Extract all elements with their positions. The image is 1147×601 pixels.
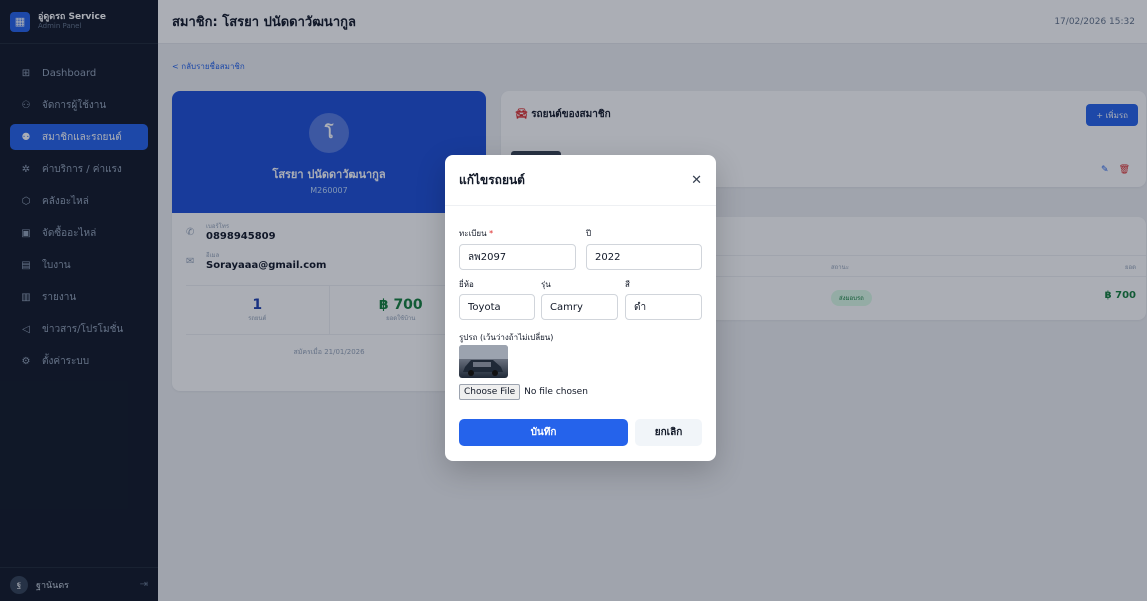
plate-input[interactable]: ลพ2097 xyxy=(459,244,576,270)
cancel-button[interactable]: ยกเลิก xyxy=(635,419,702,446)
model-input[interactable]: Camry xyxy=(541,294,618,320)
required-mark: * xyxy=(489,229,494,238)
modal-header: แก้ไขรถยนต์ ✕ xyxy=(445,155,716,206)
save-button[interactable]: บันทึก xyxy=(459,419,628,446)
file-input: Choose File No file chosen xyxy=(459,384,588,400)
car-photo-image xyxy=(459,345,508,376)
choose-file-button[interactable]: Choose File xyxy=(459,384,521,400)
close-icon[interactable]: ✕ xyxy=(691,173,702,188)
plate-label: ทะเบียน * xyxy=(459,227,493,240)
year-label: ปี xyxy=(586,229,592,238)
car-photo xyxy=(459,345,508,378)
file-status: No file chosen xyxy=(524,387,588,397)
model-label: รุ่น xyxy=(541,280,551,289)
photo-label: รูปรถ (เว้นว่างถ้าไม่เปลี่ยน) xyxy=(459,333,554,342)
color-input[interactable]: ดำ xyxy=(625,294,702,320)
plate-label-text: ทะเบียน xyxy=(459,229,487,238)
color-label: สี xyxy=(625,280,630,289)
brand-input[interactable]: Toyota xyxy=(459,294,535,320)
brand-label: ยี่ห้อ xyxy=(459,280,474,289)
edit-car-modal: แก้ไขรถยนต์ ✕ ทะเบียน * ลพ2097 ปี 2022 ย… xyxy=(445,155,716,461)
year-input[interactable]: 2022 xyxy=(586,244,702,270)
modal-title: แก้ไขรถยนต์ xyxy=(459,172,525,187)
